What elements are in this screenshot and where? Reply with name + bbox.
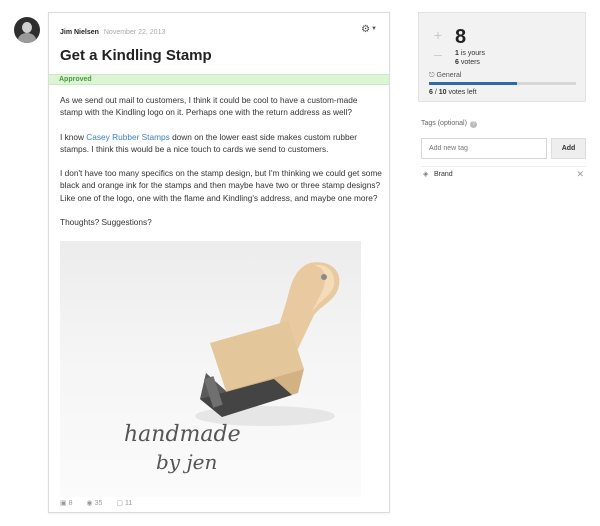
tag-icon: ◈	[423, 171, 429, 178]
post-date: November 22, 2013	[103, 29, 166, 36]
tag-item: ◈ Brand ✕	[421, 166, 586, 180]
tags-label-text: Tags (optional)	[421, 120, 467, 127]
tag-name[interactable]: Brand	[434, 171, 453, 178]
comments-count: 11	[124, 500, 133, 507]
stamp-photo: handmade by jen	[60, 241, 361, 497]
voters-label: voters	[460, 59, 480, 66]
minus-icon: –	[434, 46, 442, 62]
paragraph-text: I know	[60, 131, 87, 142]
status-badge: Approved	[49, 74, 389, 85]
views-stat: ◉ 35	[86, 500, 108, 507]
post-title: Get a Kindling Stamp	[60, 47, 212, 64]
post-paragraph: I don't have too many specifics on the s…	[60, 168, 382, 203]
avatar-body	[18, 33, 36, 43]
casey-rubber-stamps-link[interactable]: Casey Rubber Stamps	[86, 132, 169, 142]
new-tag-input[interactable]	[421, 138, 547, 159]
vote-down-button[interactable]: –	[429, 46, 447, 64]
post-body: As we send out mail to customers, I thin…	[60, 94, 382, 240]
gear-icon: ⚙	[361, 24, 371, 35]
voters-number: 6	[455, 59, 459, 66]
your-votes-label: is yours	[460, 50, 485, 57]
votes-left-label: votes left	[448, 89, 477, 96]
votes-left: 6 / 10 votes left	[429, 89, 477, 96]
voters: 6 voters	[455, 59, 480, 66]
vote-up-button[interactable]: +	[429, 27, 447, 45]
post-paragraph: As we send out mail to customers, I thin…	[60, 95, 358, 118]
add-tag-button[interactable]: Add	[551, 138, 586, 159]
votes-progress-bar	[429, 82, 576, 85]
votes-count: 8	[68, 500, 73, 507]
category-label: ⎋ General	[429, 72, 461, 80]
post-paragraph: Thoughts? Suggestions?	[60, 217, 152, 228]
views-count: 35	[94, 500, 103, 507]
author-avatar[interactable]	[14, 17, 40, 43]
votes-used: 6	[429, 89, 433, 96]
your-votes: 1 is yours	[455, 50, 485, 57]
avatar-head	[22, 22, 32, 33]
your-votes-number: 1	[455, 50, 459, 57]
post-card: Jim Nielsen November 22, 2013 ⚙▼ Get a K…	[48, 12, 390, 513]
question-icon[interactable]: ?	[469, 121, 477, 128]
eye-icon: ◉	[86, 500, 93, 507]
post-meta: Jim Nielsen November 22, 2013	[60, 29, 165, 36]
by-jen-script: by jen	[156, 450, 217, 474]
author-name[interactable]: Jim Nielsen	[60, 29, 99, 36]
comments-stat[interactable]: ▢ 11	[116, 500, 138, 507]
votes-total: 10	[438, 89, 447, 96]
close-icon[interactable]: ✕	[576, 169, 584, 180]
post-paragraph: I know Casey Rubber Stamps down on the l…	[60, 131, 382, 156]
vote-box-icon: ▣	[60, 500, 67, 507]
votes-progress-fill	[429, 82, 518, 85]
settings-menu-button[interactable]: ⚙▼	[361, 24, 377, 35]
category-name: General	[436, 72, 462, 79]
post-stats: ▣ 8 ◉ 35 ▢ 11	[60, 499, 144, 507]
tags-heading: Tags (optional)?	[421, 120, 477, 128]
vote-count: 8	[455, 26, 467, 48]
chevron-down-icon: ▼	[371, 26, 377, 32]
handmade-script: handmade	[124, 422, 241, 447]
vote-panel: + – 8 1 is yours 6 voters ⎋ General 6 / …	[418, 12, 586, 102]
plus-icon: +	[433, 27, 443, 43]
org-chart-icon: ⎋	[429, 72, 435, 79]
votes-stat: ▣ 8	[60, 500, 79, 507]
comment-icon: ▢	[116, 500, 123, 507]
stamp-illustration: handmade by jen	[124, 262, 340, 474]
